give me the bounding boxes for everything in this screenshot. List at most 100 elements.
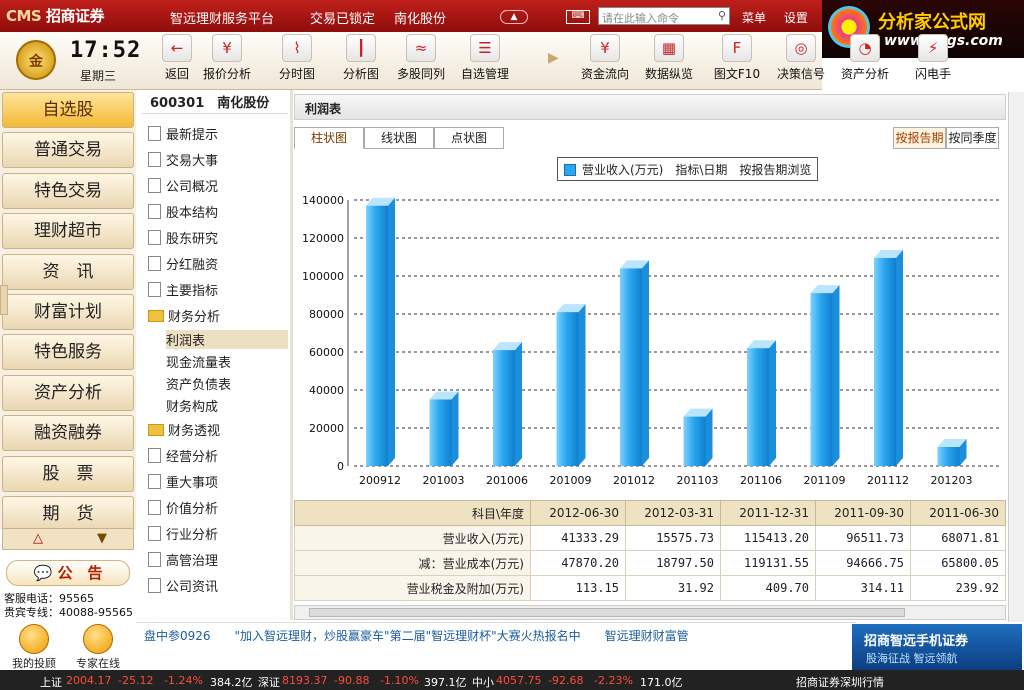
quote-doc-icon: ¥ [212,34,242,62]
tree-item-11[interactable]: 财务构成 [166,396,218,415]
toolbar-button-8[interactable]: F 图文F10 [706,34,768,82]
x-tick-label: 201009 [550,474,592,487]
document-icon [148,178,161,193]
watchlist-icon: ☰ [470,34,500,62]
vertical-scrollbar[interactable] [1008,92,1024,622]
nav-item-9[interactable]: 股 票 [2,455,134,492]
nav-item-4[interactable]: 资 讯 [2,253,134,290]
announcement-button[interactable]: 💬 公 告 [6,560,130,586]
pane-divider[interactable] [290,90,293,620]
toolbar-button-4[interactable]: ≈ 多股同列 [390,34,452,82]
tree-item-13[interactable]: 经营分析 [148,446,218,465]
tree-item-6[interactable]: 主要指标 [148,280,218,299]
search-icon[interactable]: ⚲ [718,9,726,22]
back-arrow-icon: ← [162,34,192,62]
tree-item-14[interactable]: 重大事项 [148,472,218,491]
tree-item-1[interactable]: 交易大事 [148,150,218,169]
command-input[interactable]: 请在此输入命令 ⚲ [598,7,730,25]
bar [556,312,579,466]
tab-line-chart[interactable]: 线状图 [364,127,434,149]
tree-item-4[interactable]: 股东研究 [148,228,218,247]
tree-item-2[interactable]: 公司概况 [148,176,218,195]
toolbar-label: 图文F10 [713,67,761,81]
market-source[interactable]: 招商证券深圳行情 [796,674,884,690]
tree-label: 最新提示 [166,128,219,143]
nav-item-3[interactable]: 理财超市 [2,213,134,250]
nav-item-0[interactable]: 自选股 [2,92,134,128]
menu-button[interactable]: 菜单 [742,11,766,25]
nav-item-10[interactable]: 期 货 [2,496,134,532]
expand-arrow-icon[interactable]: ▶ [548,50,559,66]
table-header-row: 科目\年度 2012-06-30 2012-03-31 2011-12-31 2011-… [294,500,1006,526]
nav-item-2[interactable]: 特色交易 [2,172,134,209]
nav-up-arrow-icon[interactable]: △ [33,531,43,546]
toolbar-button-2[interactable]: ⌇ 分时图 [266,34,328,82]
tree-item-8[interactable]: 利润表 [166,330,288,349]
toolbar-button-10[interactable]: ◔ 资产分析 [834,34,896,82]
nav-item-5[interactable]: 财富计划 [2,294,134,330]
service-phone: 客服电话：95565 [4,592,94,605]
bar [810,293,833,466]
document-icon [148,578,161,593]
tree-item-18[interactable]: 公司资讯 [148,576,218,595]
document-icon [148,552,161,567]
keyboard-icon[interactable]: ⌨ [566,10,590,24]
x-tick-label: 201103 [677,474,719,487]
tree-item-9[interactable]: 现金流量表 [166,352,231,371]
toolbar-button-9[interactable]: ◎ 决策信号 [770,34,832,82]
settings-button[interactable]: 设置 [784,11,808,25]
table-cell: 119131.55 [720,550,816,576]
tree-item-15[interactable]: 价值分析 [148,498,218,517]
folder-icon [148,424,164,436]
tree-item-3[interactable]: 股本结构 [148,202,218,221]
tab-by-period[interactable]: 按报告期 [893,127,946,149]
tree-item-17[interactable]: 高管治理 [148,550,218,569]
multi-stock-icon: ≈ [406,34,436,62]
income-table: 科目\年度 2012-06-30 2012-03-31 2011-12-31 2011-… [294,500,1006,601]
nav-item-6[interactable]: 特色服务 [2,334,134,371]
horizontal-scrollbar[interactable] [294,605,1006,620]
bar [683,416,706,466]
toolbar-button-6[interactable]: ¥ 资金流向 [574,34,636,82]
news-ticker[interactable]: 盘中参0926 "加入智远理财，炒股赢豪车"第二届"智远理财杯"大赛火热报名中 … [136,622,856,644]
tree-item-12[interactable]: 财务透视 [148,420,220,439]
current-stock[interactable]: 南化股份 [394,8,446,27]
my-advisor-button[interactable]: 我的投顾 [4,624,64,671]
x-tick-label: 201012 [613,474,655,487]
tree-item-10[interactable]: 资产负债表 [166,374,231,393]
tab-bar-chart[interactable]: 柱状图 [294,127,364,149]
nav-down-arrow-icon[interactable]: ▼ [97,531,107,546]
nav-item-1[interactable]: 普通交易 [2,132,134,169]
tree-item-5[interactable]: 分红融资 [148,254,218,273]
nav-collapse-handle[interactable] [0,285,8,315]
tree-label: 高管治理 [166,554,219,569]
candlestick-icon: ┃ [346,34,376,62]
expert-online-button[interactable]: 专家在线 [68,624,128,671]
tree-item-7[interactable]: 财务分析 [148,306,220,325]
nav-item-8[interactable]: 融资融券 [2,415,134,452]
toolbar-button-1[interactable]: ¥ 报价分析 [196,34,258,82]
nav-item-7[interactable]: 资产分析 [2,374,134,411]
table-cell: 减：营业成本(万元) [294,550,531,576]
toolbar-button-7[interactable]: ▦ 数据纵览 [638,34,700,82]
folder-icon [148,310,164,322]
toolbar-label: 资金流向 [580,67,629,81]
collapse-toolbar-icon[interactable]: ▲ [500,10,528,24]
y-tick-label: 80000 [309,308,344,321]
mobile-ad-banner[interactable]: 招商智远手机证券 股海征战 智远领航 [852,624,1022,670]
tree-item-16[interactable]: 行业分析 [148,524,218,543]
toolbar-button-11[interactable]: ⚡ 闪电手 [902,34,964,82]
x-tick-label: 200912 [359,474,401,487]
scroll-thumb[interactable] [309,608,905,617]
toolbar-button-3[interactable]: ┃ 分析图 [330,34,392,82]
tab-dot-chart[interactable]: 点状图 [434,127,504,149]
timeline-chart-icon: ⌇ [282,34,312,62]
tab-by-quarter[interactable]: 按同季度 [946,127,999,149]
toolbar-button-5[interactable]: ☰ 自选管理 [454,34,516,82]
tree-label: 股本结构 [166,206,219,221]
y-tick-label: 20000 [309,422,344,435]
tree-item-0[interactable]: 最新提示 [148,124,218,143]
lock-status[interactable]: 交易已锁定 [310,8,375,27]
tree-label: 财务分析 [168,310,221,325]
toolbar-label: 报价分析 [202,67,251,81]
